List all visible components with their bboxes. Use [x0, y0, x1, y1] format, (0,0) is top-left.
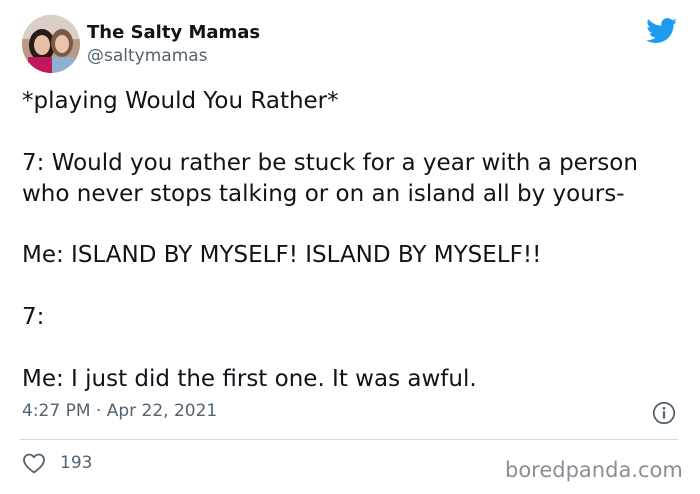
user-handle[interactable]: @saltymamas: [87, 46, 208, 66]
tweet-line-question: 7: Would you rather be stuck for a year …: [22, 150, 638, 207]
watermark: boredpanda.com: [505, 458, 683, 482]
tweet-line-punchline: Me: I just did the first one. It was awf…: [22, 366, 477, 392]
tweet-line-seven: 7:: [22, 304, 45, 330]
avatar[interactable]: [22, 15, 80, 73]
info-icon[interactable]: [652, 401, 676, 425]
like-button[interactable]: 193: [22, 452, 92, 474]
avatar-photo: [22, 15, 80, 73]
twitter-bird-icon[interactable]: [646, 18, 678, 44]
tweet-line-intro: *playing Would You Rather*: [22, 88, 339, 114]
tweet-line-answer: Me: ISLAND BY MYSELF! ISLAND BY MYSELF!!: [22, 242, 542, 268]
display-name[interactable]: The Salty Mamas: [87, 22, 260, 43]
divider: [20, 439, 678, 440]
heart-icon: [23, 453, 45, 474]
tweet-timestamp[interactable]: 4:27 PM · Apr 22, 2021: [22, 401, 217, 421]
like-count: 193: [60, 453, 93, 473]
